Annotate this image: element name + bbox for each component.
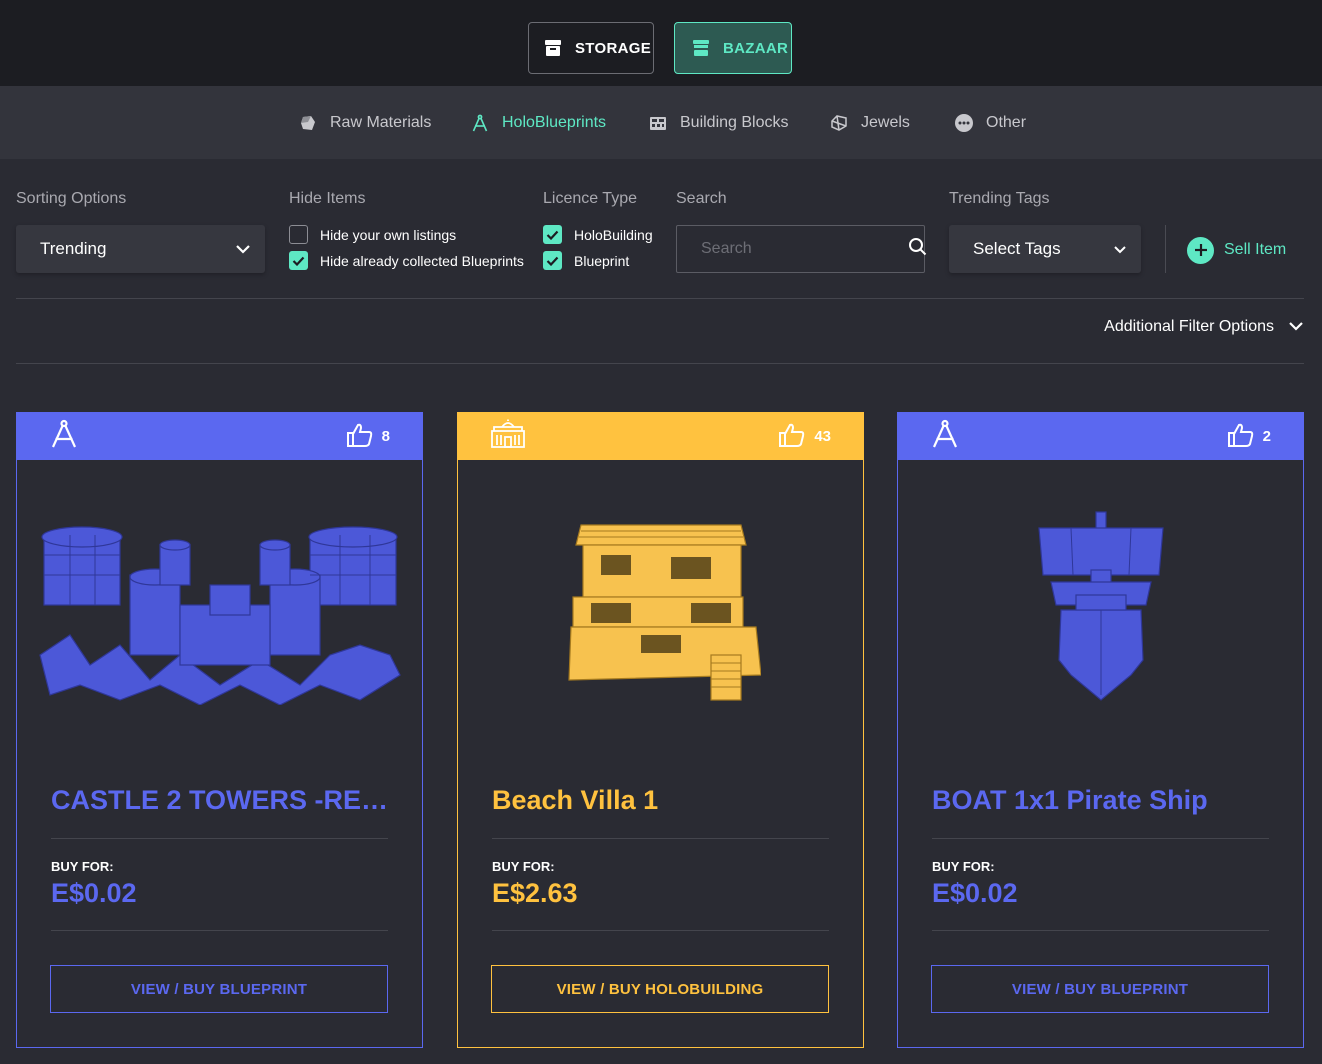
checkbox-checked[interactable]: [543, 251, 562, 270]
holoblueprints-icon: [470, 113, 490, 133]
tab-label: Jewels: [861, 114, 910, 131]
checkbox-label: HoloBuilding: [574, 226, 653, 243]
listing-card[interactable]: 2 BOAT 1x1 Pirate Ship BUY FOR: E$0.02 V…: [897, 412, 1304, 1048]
chevron-down-icon: [1288, 318, 1304, 336]
storage-box-icon: [543, 38, 563, 58]
compass-icon: [930, 419, 960, 454]
additional-filter-toggle[interactable]: Additional Filter Options: [1104, 318, 1304, 336]
item-title[interactable]: Beach Villa 1: [492, 785, 832, 816]
tab-jewels[interactable]: Jewels: [829, 112, 910, 134]
divider: [1165, 225, 1166, 273]
view-buy-button[interactable]: VIEW / BUY HOLOBUILDING: [491, 965, 829, 1013]
item-preview-image[interactable]: [17, 460, 422, 760]
plus-icon: [1187, 236, 1214, 264]
like-button[interactable]: 43: [778, 422, 831, 452]
divider: [932, 838, 1269, 839]
view-buy-button[interactable]: VIEW / BUY BLUEPRINT: [931, 965, 1269, 1013]
item-price: E$2.63: [492, 878, 578, 908]
like-count: 8: [381, 428, 390, 445]
like-count: 43: [814, 428, 831, 445]
listing-card[interactable]: 8 CASTLE 2 TOWERS -REFO... BUY FOR: E$0.…: [16, 412, 423, 1048]
divider: [492, 838, 829, 839]
chevron-down-icon: [1113, 239, 1127, 259]
licence-type-label: Licence Type: [543, 190, 637, 207]
search-input[interactable]: [701, 240, 908, 258]
sorting-label: Sorting Options: [16, 190, 127, 207]
buy-for-label: BUY FOR:: [51, 859, 114, 874]
tab-raw-materials[interactable]: Raw Materials: [298, 112, 431, 134]
item-title[interactable]: CASTLE 2 TOWERS -REFO...: [51, 785, 391, 816]
hide-items-label: Hide Items: [289, 190, 366, 207]
search-label: Search: [676, 190, 727, 207]
raw-materials-icon: [298, 113, 318, 133]
buy-for-label: BUY FOR:: [932, 859, 995, 874]
sorting-value: Trending: [40, 239, 107, 258]
thumbs-up-icon: [778, 422, 806, 452]
thumbs-up-icon: [1227, 422, 1255, 452]
top-bar: STORAGE BAZAAR: [0, 0, 1322, 86]
jewels-icon: [829, 113, 849, 133]
item-title[interactable]: BOAT 1x1 Pirate Ship: [932, 785, 1272, 816]
tags-value: Select Tags: [973, 239, 1061, 258]
item-price: E$0.02: [51, 878, 137, 908]
like-button[interactable]: 2: [1227, 422, 1271, 452]
checkbox-checked[interactable]: [543, 225, 562, 244]
card-header: 8: [17, 413, 422, 460]
divider: [932, 930, 1269, 931]
tab-label: Building Blocks: [680, 114, 789, 131]
divider: [51, 838, 388, 839]
divider: [51, 930, 388, 931]
storage-button[interactable]: STORAGE: [528, 22, 654, 74]
tab-label: Raw Materials: [330, 114, 432, 131]
bazaar-button[interactable]: BAZAAR: [674, 22, 792, 74]
card-header: 43: [458, 413, 863, 460]
item-preview-image[interactable]: [458, 460, 863, 760]
checkbox-unchecked[interactable]: [289, 225, 308, 244]
sell-item-button[interactable]: Sell Item: [1187, 236, 1286, 264]
licence-holobuilding-checkbox[interactable]: HoloBuilding: [543, 225, 653, 244]
search-icon[interactable]: [908, 237, 927, 261]
divider: [16, 298, 1304, 299]
checkbox-label: Blueprint: [574, 252, 630, 269]
like-button[interactable]: 8: [346, 422, 390, 452]
view-buy-button[interactable]: VIEW / BUY BLUEPRINT: [50, 965, 388, 1013]
tab-other[interactable]: Other: [954, 112, 1026, 134]
thumbs-up-icon: [346, 422, 374, 452]
checkbox-label: Hide already collected Blueprints: [320, 252, 524, 269]
trending-tags-label: Trending Tags: [949, 190, 1050, 207]
item-preview-image[interactable]: [898, 460, 1303, 760]
sell-item-label: Sell Item: [1224, 241, 1287, 258]
tab-building-blocks[interactable]: Building Blocks: [648, 112, 789, 134]
checkbox-checked[interactable]: [289, 251, 308, 270]
checkbox-label: Hide your own listings: [320, 226, 457, 243]
building-blocks-icon: [648, 113, 668, 133]
hide-collected-checkbox[interactable]: Hide already collected Blueprints: [289, 251, 524, 270]
card-header: 2: [898, 413, 1303, 460]
tab-label: HoloBlueprints: [502, 114, 607, 131]
chevron-down-icon: [235, 239, 251, 259]
storage-label: STORAGE: [575, 39, 652, 57]
like-count: 2: [1262, 428, 1271, 445]
compass-icon: [49, 419, 79, 454]
tab-holoblueprints[interactable]: HoloBlueprints: [470, 112, 606, 134]
hide-own-listings-checkbox[interactable]: Hide your own listings: [289, 225, 456, 244]
other-icon: [954, 113, 974, 133]
additional-filter-label: Additional Filter Options: [1104, 318, 1274, 335]
building-icon: [490, 419, 526, 454]
search-field[interactable]: [676, 225, 927, 273]
buy-for-label: BUY FOR:: [492, 859, 555, 874]
tags-select[interactable]: Select Tags: [949, 225, 1141, 273]
category-bar: Raw Materials HoloBlueprints Building Bl…: [0, 86, 1322, 159]
licence-blueprint-checkbox[interactable]: Blueprint: [543, 251, 629, 270]
tab-label: Other: [986, 114, 1027, 131]
divider: [492, 930, 829, 931]
divider: [16, 363, 1304, 364]
item-price: E$0.02: [932, 878, 1018, 908]
sorting-select[interactable]: Trending: [16, 225, 265, 273]
listing-card[interactable]: 43 Beach Villa 1 BUY FOR: E$2.63 VIEW / …: [457, 412, 864, 1048]
store-icon: [691, 38, 711, 58]
bazaar-label: BAZAAR: [723, 39, 789, 57]
